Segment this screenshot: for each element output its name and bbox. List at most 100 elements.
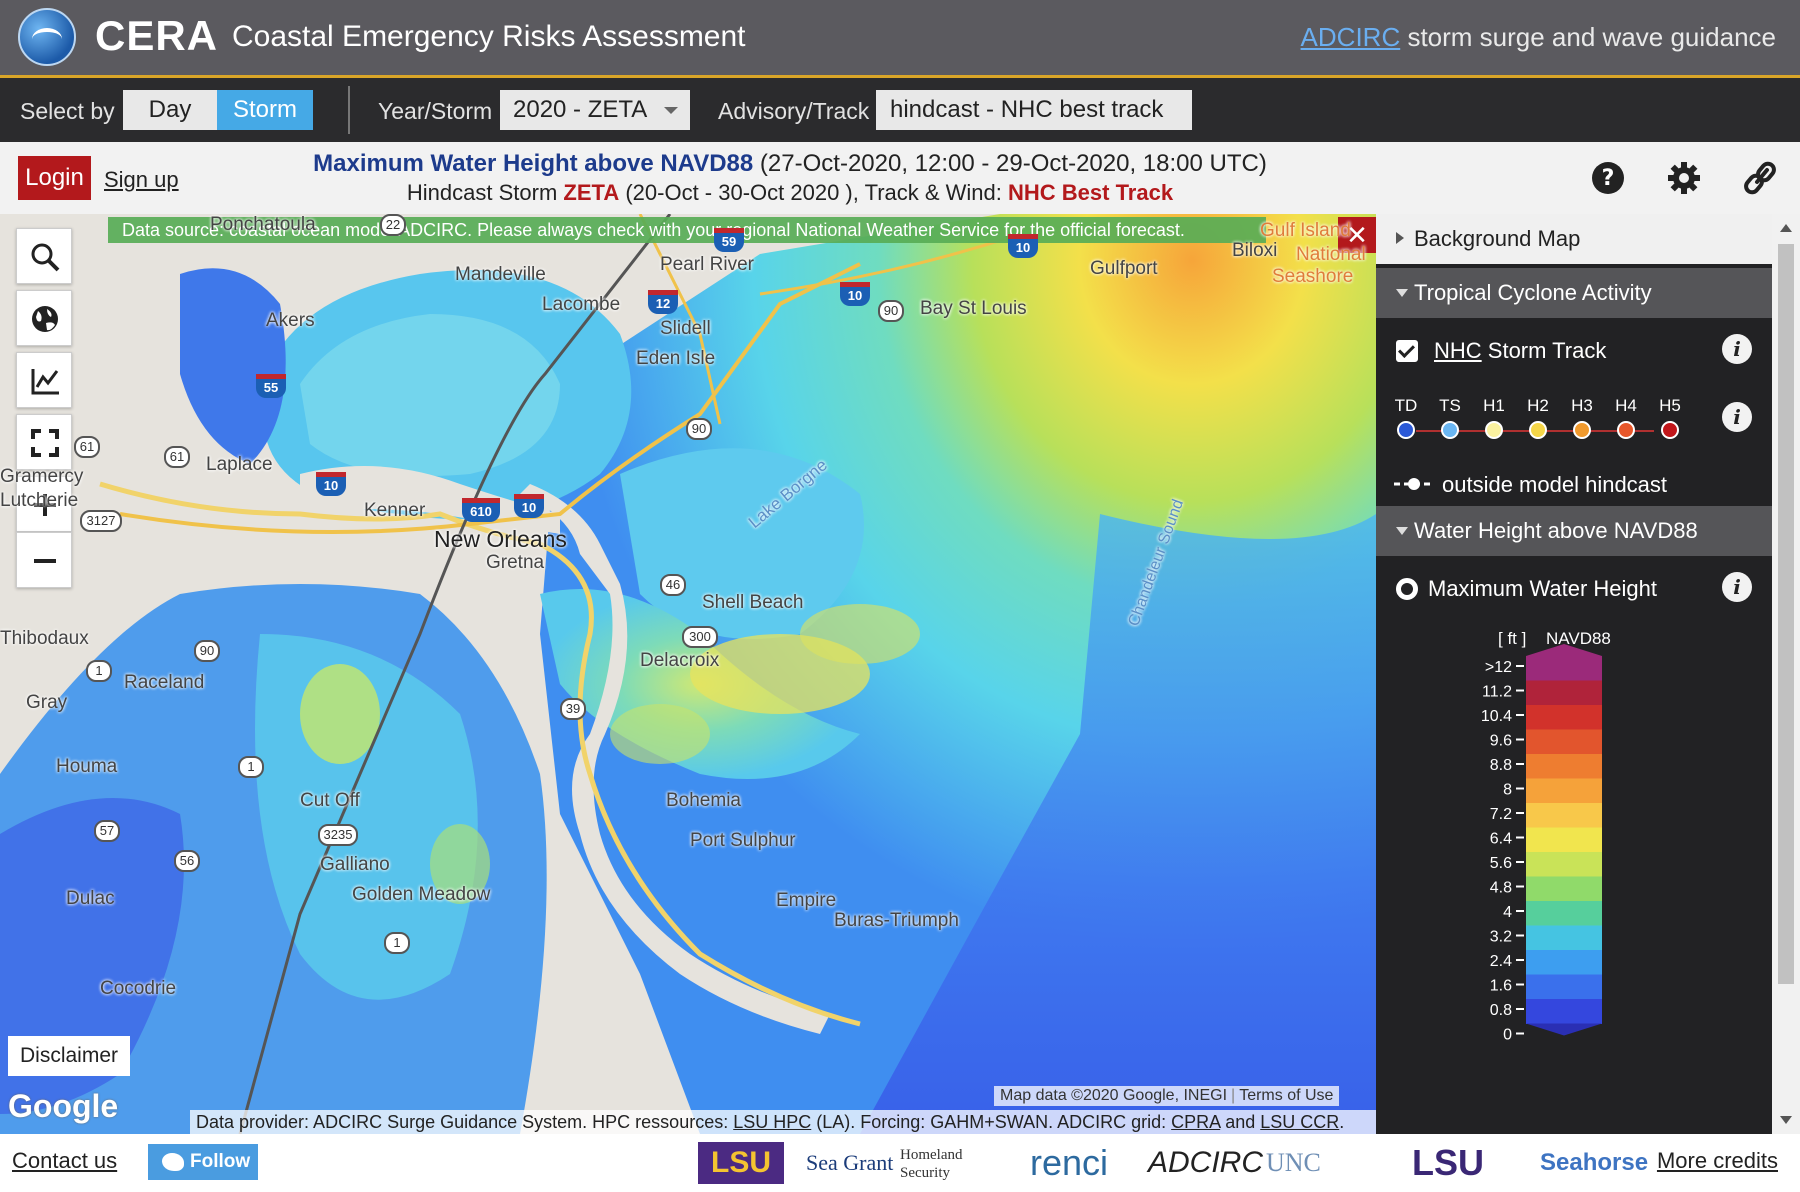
storm-track-text: Storm Track — [1481, 338, 1607, 363]
map-place-label: Galliano — [320, 854, 390, 875]
storm-category-dot — [1617, 421, 1635, 439]
road-shield: 3235 — [318, 824, 358, 846]
map-place-label: Cocodrie — [100, 978, 177, 999]
year-storm-select[interactable]: 2020 - ZETA — [500, 90, 690, 130]
cera-logo[interactable] — [18, 8, 76, 66]
settings-gear-icon[interactable] — [1666, 160, 1702, 196]
road-shield: 90 — [686, 418, 712, 440]
legend-color-band — [1526, 729, 1602, 755]
terms-of-use-link[interactable]: Terms of Use — [1239, 1087, 1333, 1104]
contact-us-link[interactable]: Contact us — [12, 1148, 117, 1174]
header-tagline: ADCIRC storm surge and wave guidance — [1301, 22, 1776, 53]
interstate-shield: 10 — [316, 472, 346, 496]
share-link-icon[interactable] — [1742, 160, 1778, 196]
legend-color-band — [1526, 999, 1602, 1024]
map-place-label: Kenner — [364, 500, 426, 521]
fullscreen-button[interactable] — [16, 414, 72, 470]
storm-category-label: H2 — [1527, 396, 1549, 415]
map-view[interactable]: Data source: coastal ocean model ADCIRC.… — [0, 214, 1376, 1134]
scroll-down-arrow-icon[interactable] — [1780, 1116, 1792, 1124]
more-credits-link[interactable]: More credits — [1657, 1148, 1778, 1174]
map-place-label: Delacroix — [640, 650, 720, 671]
brand-name[interactable]: CERA — [95, 12, 218, 60]
globe-button[interactable] — [16, 290, 72, 346]
signup-link[interactable]: Sign up — [104, 167, 179, 193]
adcirc-link[interactable]: ADCIRC — [1301, 22, 1401, 52]
storm-category-dot — [1529, 421, 1547, 439]
water-height-label: Water Height above NAVD88 — [1414, 518, 1698, 543]
legend-tick-label: 4 — [1503, 904, 1512, 921]
interstate-shield: 55 — [256, 374, 286, 398]
legend-color-band — [1526, 925, 1602, 951]
advisory-track-select[interactable]: hindcast - NHC best track — [876, 90, 1192, 130]
legend-tick-label: 7.2 — [1490, 806, 1512, 823]
zoom-out-button[interactable] — [16, 532, 72, 588]
info-icon[interactable]: i — [1722, 572, 1752, 602]
provider-mid: (LA). Forcing: GAHM+SWAN. ADCIRC grid: — [811, 1112, 1172, 1132]
road-shield: 1 — [238, 756, 264, 778]
map-place-label: Gulfport — [1090, 258, 1158, 279]
map-place-label: Slidell — [660, 318, 711, 339]
map-search-button[interactable] — [16, 228, 72, 284]
map-place-label: Biloxi — [1232, 240, 1278, 261]
select-by-storm-button[interactable]: Storm — [217, 90, 313, 130]
year-storm-label: Year/Storm — [378, 98, 493, 124]
road-shield: 1 — [86, 660, 112, 682]
lsu-ccr-link[interactable]: LSU CCR — [1260, 1112, 1339, 1132]
storm-track-checkbox[interactable] — [1396, 340, 1418, 362]
lsu-hpc-link[interactable]: LSU HPC — [733, 1112, 811, 1132]
scroll-up-arrow-icon[interactable] — [1780, 224, 1792, 232]
advisory-label: Advisory/Track — [718, 98, 870, 124]
provider-prefix: Data provider: ADCIRC Surge Guidance Sys… — [196, 1112, 734, 1132]
max-water-radio[interactable] — [1396, 578, 1418, 600]
sponsor-logo-renci[interactable]: renci — [1030, 1142, 1108, 1184]
outside-hindcast-legend: outside model hindcast — [1376, 466, 1772, 502]
line-chart-icon — [31, 369, 59, 395]
tropical-cyclone-header[interactable]: Tropical Cyclone Activity — [1376, 268, 1772, 318]
map-place-label: Empire — [776, 890, 837, 911]
storm-category-dot — [1441, 421, 1459, 439]
legend-color-band — [1526, 901, 1602, 926]
sponsor-logo-lsu-hpc[interactable]: LSU — [698, 1142, 784, 1184]
data-provider-credit: Data provider: ADCIRC Surge Guidance Sys… — [190, 1110, 1376, 1134]
track-dot-line-icon — [1394, 478, 1434, 490]
map-place-label: Raceland — [124, 672, 205, 693]
login-button[interactable]: Login — [18, 156, 91, 200]
info-icon[interactable]: i — [1722, 402, 1752, 432]
year-storm-value: 2020 - ZETA — [513, 96, 648, 123]
sponsor-logo-homeland-security[interactable]: Homeland Security — [900, 1142, 1010, 1184]
map-place-label: Bay St Louis — [920, 298, 1027, 319]
twitter-follow-button[interactable]: Follow — [148, 1144, 258, 1180]
sponsor-logo-sea-grant[interactable]: Sea Grant — [806, 1142, 893, 1184]
help-icon[interactable]: ? — [1590, 160, 1626, 196]
road-shield: 39 — [560, 698, 586, 720]
map-place-label: Gramercy — [0, 466, 84, 487]
sponsor-logo-adcirc[interactable]: ADCIRC — [1148, 1142, 1263, 1184]
info-icon[interactable]: i — [1722, 334, 1752, 364]
legend-color-band — [1526, 876, 1602, 902]
map-place-label: Akers — [266, 310, 315, 331]
select-by-day-button[interactable]: Day — [123, 90, 217, 130]
disclaimer-button[interactable]: Disclaimer — [8, 1036, 130, 1076]
fullscreen-icon — [31, 429, 59, 457]
sponsor-logo-seahorse[interactable]: Seahorse — [1540, 1142, 1648, 1184]
sponsor-logo-unc[interactable]: UNC — [1266, 1142, 1321, 1184]
cpra-link[interactable]: CPRA — [1171, 1112, 1220, 1132]
app-title: Coastal Emergency Risks Assessment — [232, 20, 746, 53]
legend-tick-label: 6.4 — [1490, 831, 1512, 848]
collapse-down-icon — [1396, 289, 1408, 297]
background-map-header[interactable]: Background Map — [1376, 214, 1772, 264]
water-height-header[interactable]: Water Height above NAVD88 — [1376, 506, 1772, 556]
google-logo: Google — [8, 1088, 119, 1124]
collapse-down-icon — [1396, 527, 1408, 535]
storm-category-label: H4 — [1615, 396, 1637, 415]
nhc-link[interactable]: NHC — [1434, 338, 1482, 363]
storm-category-label: H5 — [1659, 396, 1681, 415]
outside-model-label: outside model hindcast — [1442, 472, 1668, 497]
sponsor-logo-lsu[interactable]: LSU — [1412, 1142, 1484, 1184]
legend-unit-label: [ ft ] — [1498, 629, 1526, 648]
sidepanel-scrollbar[interactable] — [1772, 214, 1800, 1134]
timeseries-chart-button[interactable] — [16, 352, 72, 408]
legend-color-band — [1526, 974, 1602, 1000]
scroll-thumb[interactable] — [1778, 244, 1794, 984]
